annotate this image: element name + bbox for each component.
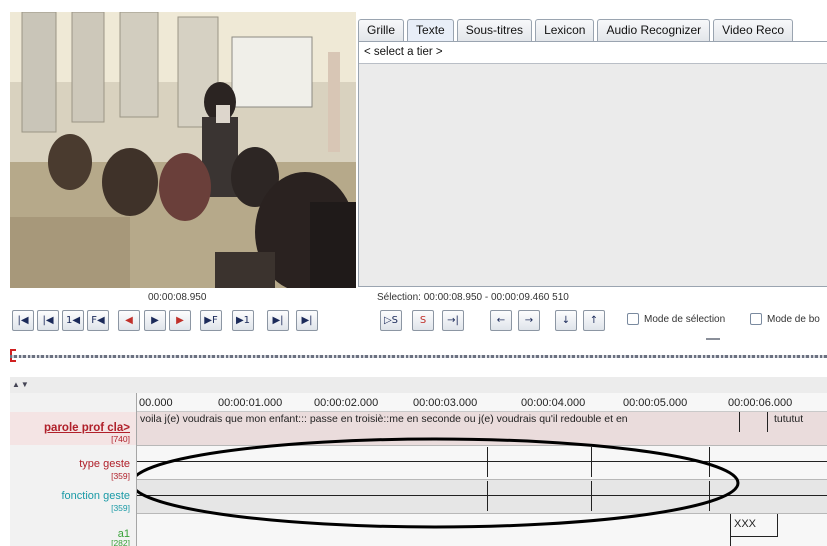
tier-labels-column: parole prof cla> [740] type geste [359] … (10, 393, 137, 546)
go-to-end-button[interactable]: ▶| (296, 310, 318, 331)
overview-bar (10, 355, 827, 358)
time-tick: 00:00:03.000 (413, 397, 478, 409)
segment-boundary (739, 412, 740, 432)
back-1s-button[interactable]: 1◀ (62, 310, 84, 331)
annotation-second-segment[interactable]: tututut (774, 413, 803, 425)
overview-timeline[interactable] (10, 349, 827, 363)
segment-boundary (767, 412, 768, 432)
previous-frame-button[interactable]: |◀ (37, 310, 59, 331)
time-tick: 00:00:06.000 (728, 397, 793, 409)
tier-count-a1: [282] (111, 538, 130, 546)
classroom-video-frame (10, 12, 356, 288)
annotation-utterance[interactable]: voila j(e) voudrais que mon enfant::: pa… (140, 413, 628, 425)
step-back-button[interactable]: ◀ (118, 310, 140, 331)
tier-select-dropdown[interactable]: < select a tier > (359, 42, 827, 64)
clear-selection-button[interactable]: S (412, 310, 434, 331)
annotation-timeline[interactable]: 00.000 00:00:01.000 00:00:02.000 00:00:0… (137, 393, 827, 546)
forward-frame-button[interactable]: ▶F (200, 310, 222, 331)
bo-mode-checkbox[interactable] (750, 313, 762, 325)
tab-grille[interactable]: Grille (358, 19, 405, 41)
time-tick: 00.000 (139, 397, 173, 409)
selection-mode-toggle[interactable]: Mode de sélection (627, 313, 725, 325)
tier-count-fonction-geste: [359] (111, 503, 130, 513)
tier-label-row[interactable]: parole prof cla> [740] (10, 412, 136, 445)
video-viewer[interactable] (10, 12, 356, 288)
text-viewer-panel: < select a tier > (358, 41, 827, 287)
tab-video-recognizer[interactable]: Video Reco (713, 19, 793, 41)
bo-mode-toggle[interactable]: Mode de bo (750, 313, 820, 325)
segment-boundary (777, 514, 778, 536)
up-arrow-button[interactable]: ↑ (583, 310, 605, 331)
bo-mode-label: Mode de bo (767, 313, 820, 325)
time-tick: 00:00:05.000 (623, 397, 688, 409)
back-frame-button[interactable]: F◀ (87, 310, 109, 331)
forward-1s-button[interactable]: ▶1 (232, 310, 254, 331)
viewer-tabs: Grille Texte Sous-titres Lexicon Audio R… (358, 19, 827, 41)
tier-name-type-geste[interactable]: type geste (79, 458, 130, 470)
selection-to-end-button[interactable]: →| (442, 310, 464, 331)
selection-mode-label: Mode de sélection (644, 313, 726, 325)
selection-play-button[interactable]: ▷S (380, 310, 402, 331)
go-to-begin-button[interactable]: |◀ (12, 310, 34, 331)
time-tick: 00:00:04.000 (521, 397, 586, 409)
tab-audio-recognizer[interactable]: Audio Recognizer (597, 19, 711, 41)
tier-name-fonction-geste[interactable]: fonction geste (62, 490, 131, 502)
tab-texte[interactable]: Texte (407, 19, 454, 41)
tier-count-parole-prof: [740] (111, 434, 130, 444)
down-arrow-button[interactable]: ↓ (555, 310, 577, 331)
selection-label: Sélection: 00:00:08.950 - 00:00:09.460 5… (377, 292, 569, 303)
next-frame-button[interactable]: ▶| (267, 310, 289, 331)
tier-name-parole-prof[interactable]: parole prof cla> (44, 422, 130, 434)
panel-splitter[interactable] (706, 338, 720, 340)
sort-arrows-icon[interactable]: ▲▼ (12, 380, 30, 389)
selection-mode-checkbox[interactable] (627, 313, 639, 325)
play-button[interactable]: ▶ (144, 310, 166, 331)
segment-line (730, 536, 778, 537)
highlight-ellipse (137, 437, 740, 529)
media-time-label: 00:00:08.950 (148, 292, 207, 303)
tab-sous-titres[interactable]: Sous-titres (456, 19, 533, 41)
tier-count-type-geste: [359] (111, 471, 130, 481)
play-selection-button[interactable]: ▶ (169, 310, 191, 331)
time-tick: 00:00:01.000 (218, 397, 283, 409)
right-arrow-button[interactable]: → (518, 310, 540, 331)
tab-lexicon[interactable]: Lexicon (535, 19, 595, 41)
time-tick: 00:00:02.000 (314, 397, 379, 409)
left-arrow-button[interactable]: ← (490, 310, 512, 331)
